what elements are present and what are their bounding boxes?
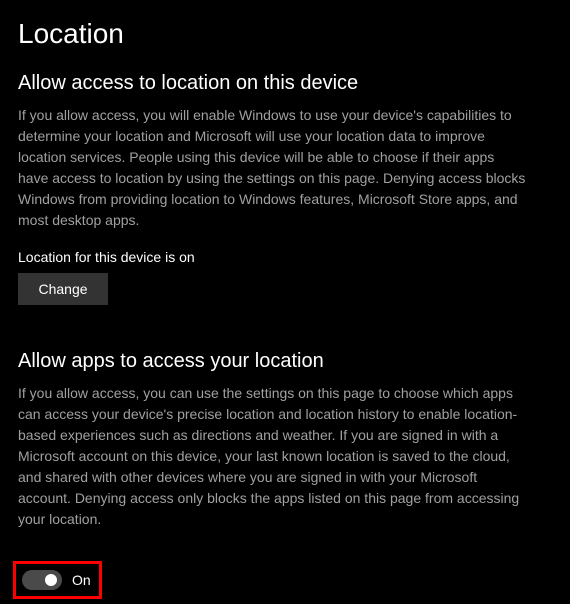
app-access-description: If you allow access, you can use the set…	[18, 383, 528, 530]
toggle-knob	[45, 574, 57, 586]
change-button[interactable]: Change	[18, 273, 108, 305]
toggle-label: On	[72, 572, 91, 588]
app-location-toggle[interactable]	[22, 570, 62, 590]
app-access-heading: Allow apps to access your location	[18, 350, 552, 373]
device-access-description: If you allow access, you will enable Win…	[18, 105, 528, 231]
page-title: Location	[18, 18, 552, 50]
device-access-status: Location for this device is on	[18, 249, 552, 265]
device-access-heading: Allow access to location on this device	[18, 72, 552, 95]
toggle-highlight-box: On	[13, 561, 102, 599]
